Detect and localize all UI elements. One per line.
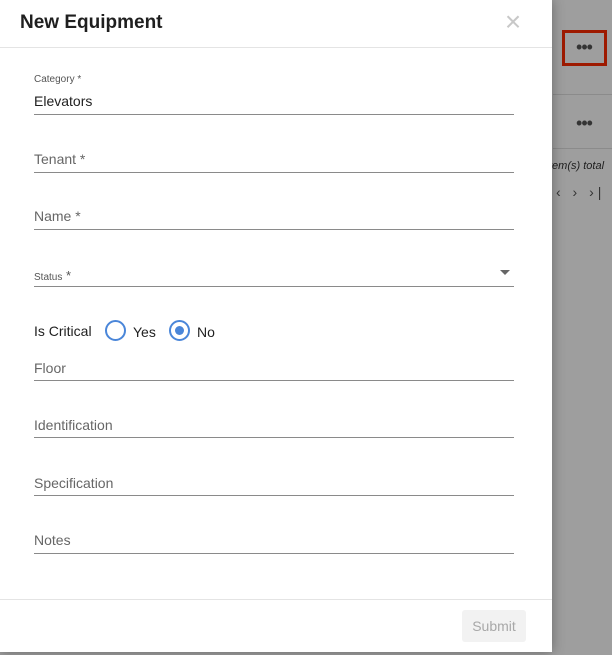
notes-input[interactable]	[34, 547, 514, 553]
dialog-header: New Equipment ×	[0, 0, 552, 48]
identification-field[interactable]: Identification	[34, 406, 514, 438]
name-label: Name *	[34, 208, 81, 224]
dialog-footer: Submit	[0, 599, 552, 652]
specification-input[interactable]	[34, 489, 514, 495]
radio-unchecked-icon[interactable]	[105, 320, 126, 341]
tenant-field[interactable]: Tenant *	[34, 140, 514, 173]
identification-input[interactable]	[34, 431, 514, 437]
name-input[interactable]	[34, 223, 514, 229]
is-critical-radio-group: Is Critical Yes No	[34, 318, 334, 344]
new-equipment-dialog: New Equipment × Category * Elevators Ten…	[0, 0, 552, 652]
is-critical-label: Is Critical	[34, 323, 92, 339]
notes-label: Notes	[34, 532, 71, 548]
status-required-mark: *	[62, 268, 72, 283]
radio-no[interactable]: No	[169, 319, 229, 343]
status-label-text: Status	[34, 272, 63, 283]
tenant-label: Tenant *	[34, 151, 86, 167]
submit-button[interactable]: Submit	[462, 610, 526, 642]
dialog-title: New Equipment	[20, 12, 163, 33]
category-value: Elevators	[34, 93, 93, 109]
floor-field[interactable]: Floor	[34, 349, 514, 381]
radio-yes-label: Yes	[133, 324, 156, 340]
dropdown-arrow-icon[interactable]	[500, 270, 510, 275]
notes-field[interactable]: Notes	[34, 521, 514, 554]
specification-field[interactable]: Specification	[34, 463, 514, 496]
category-field[interactable]: Category * Elevators	[34, 72, 514, 115]
radio-no-label: No	[197, 324, 215, 340]
category-label: Category *	[34, 74, 82, 85]
status-label: Status *	[34, 268, 71, 283]
radio-dot	[175, 326, 184, 335]
status-select[interactable]: Status *	[34, 255, 514, 287]
tenant-input[interactable]	[34, 166, 514, 172]
radio-yes[interactable]: Yes	[105, 319, 165, 343]
close-icon[interactable]: ×	[500, 6, 526, 38]
name-field[interactable]: Name *	[34, 197, 514, 230]
radio-checked-icon[interactable]	[169, 320, 190, 341]
floor-input[interactable]	[34, 374, 514, 380]
